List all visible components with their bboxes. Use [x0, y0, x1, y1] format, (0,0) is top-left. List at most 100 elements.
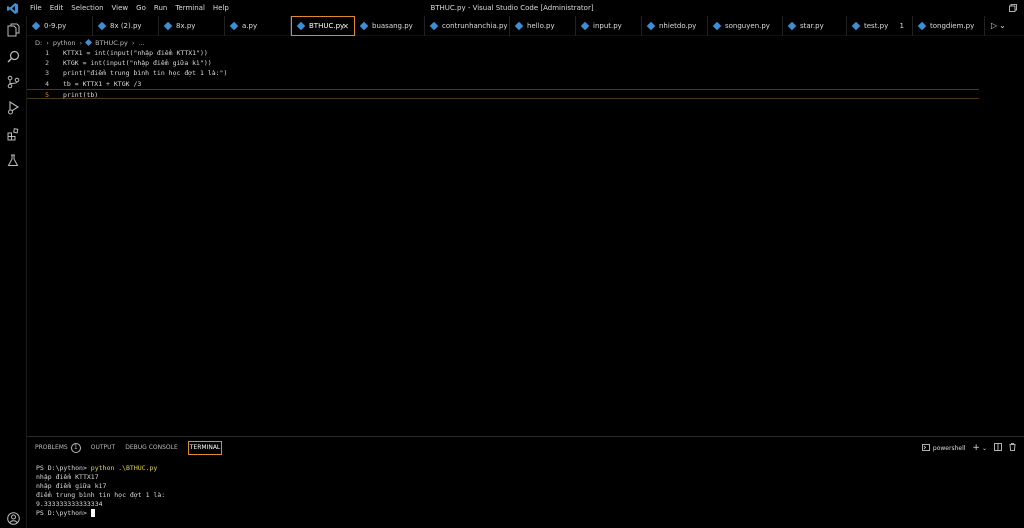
panel-actions: powershell + ⌄ — [922, 441, 1016, 455]
tab-label: 8x (2).py — [110, 22, 142, 30]
extensions-icon[interactable] — [5, 126, 21, 142]
tab-input-py[interactable]: input.py — [576, 16, 642, 36]
terminal-line: điểm trung bình tin học đợt 1 là: — [36, 491, 166, 499]
tab-debug-console[interactable]: DEBUG CONSOLE — [125, 441, 178, 455]
tab-a-py[interactable]: a.py — [225, 16, 291, 36]
explorer-icon[interactable] — [5, 22, 21, 38]
tab-problems[interactable]: PROBLEMS 1 — [35, 441, 81, 455]
split-terminal-icon[interactable] — [994, 443, 1002, 453]
tab-8x-2-py[interactable]: 8x (2).py — [93, 16, 159, 36]
menu-view[interactable]: View — [108, 0, 133, 16]
menu-edit[interactable]: Edit — [46, 0, 68, 16]
terminal-line: nhập điểm KTTX17 — [36, 473, 99, 481]
tab-label: 8x.py — [176, 22, 196, 30]
python-file-icon — [359, 21, 369, 31]
terminal-line: nhập điểm giữa kì7 — [36, 482, 107, 490]
testing-icon[interactable] — [5, 152, 21, 168]
terminal-line: 9.333333333333334 — [36, 500, 103, 508]
terminal-line: PS D:\python> — [36, 509, 165, 518]
python-file-icon — [85, 38, 93, 47]
menu-file[interactable]: File — [26, 0, 46, 16]
python-file-icon — [229, 21, 239, 31]
source-control-icon[interactable] — [5, 74, 21, 90]
tab-label: 0-9.py — [44, 22, 67, 30]
tab-hello-py[interactable]: hello.py — [510, 16, 576, 36]
problems-badge: 1 — [899, 22, 904, 30]
chevron-down-icon[interactable]: ⌄ — [999, 21, 1006, 30]
chevron-down-icon[interactable]: ⌄ — [982, 445, 987, 452]
python-file-icon — [787, 21, 797, 31]
run-python-file-icon[interactable]: ▷ — [991, 21, 997, 30]
code-text: KTGK = int(input("nhập điểm giữa kì")) — [63, 59, 212, 67]
python-file-icon — [514, 21, 524, 31]
tab-label: BTHUC.py — [309, 22, 345, 30]
chevron-right-icon: › — [131, 38, 135, 47]
tab-songuyen-py[interactable]: songuyen.py — [708, 16, 783, 36]
terminal-line: PS D:\python> python .\BTHUC.py — [36, 464, 165, 473]
python-file-icon — [429, 21, 439, 31]
trash-icon[interactable] — [1009, 443, 1016, 453]
tab-label: hello.py — [527, 22, 555, 30]
line-number: 1 — [45, 49, 49, 57]
editor-tab-bar: 0-9.py 8x (2).py 8x.py a.py BTHUC.py ✕ bu… — [27, 16, 1024, 36]
tab-label: input.py — [593, 22, 622, 30]
code-text: KTTX1 = int(input("nhập điểm KTTX1")) — [63, 49, 208, 57]
editor-actions: ▷ ⌄ — [991, 16, 1006, 35]
tab-label: tongdiem.py — [930, 22, 975, 30]
breadcrumb-drive[interactable]: D: — [35, 39, 42, 47]
breadcrumb-file[interactable]: BTHUC.py — [95, 39, 128, 47]
tab-0-9-py[interactable]: 0-9.py — [27, 16, 93, 36]
code-line-current: 5 print(tb) — [27, 89, 979, 99]
search-icon[interactable] — [5, 48, 21, 64]
terminal-output[interactable]: PS D:\python> python .\BTHUC.py nhập điể… — [36, 464, 165, 518]
line-number: 3 — [45, 69, 49, 77]
menu-run[interactable]: Run — [150, 0, 171, 16]
breadcrumb-folder[interactable]: python — [53, 39, 76, 47]
tab-label: a.py — [242, 22, 258, 30]
tab-test-py[interactable]: test.py 1 — [847, 16, 913, 36]
tab-buasang-py[interactable]: buasang.py — [355, 16, 425, 36]
code-line: 2 KTGK = int(input("nhập điểm giữa kì")) — [27, 58, 979, 68]
tab-output[interactable]: OUTPUT — [91, 441, 115, 455]
python-file-icon — [163, 21, 173, 31]
close-tab-icon[interactable]: ✕ — [342, 22, 349, 31]
tab-star-py[interactable]: star.py — [783, 16, 847, 36]
chevron-right-icon: › — [46, 38, 49, 47]
menu-selection[interactable]: Selection — [67, 0, 107, 16]
code-line: 4 tb = KTTX1 + KTGK /3 — [27, 79, 979, 89]
tab-nhietdo-py[interactable]: nhietdo.py — [642, 16, 708, 36]
chevron-right-icon: › — [79, 38, 83, 47]
terminal-cursor — [90, 509, 95, 517]
menu-help[interactable]: Help — [209, 0, 233, 16]
tab-label: PROBLEMS — [35, 444, 68, 451]
problems-count-badge: 1 — [70, 443, 81, 453]
vscode-logo-icon — [4, 0, 20, 16]
line-number: 4 — [45, 80, 49, 88]
account-icon[interactable] — [5, 510, 21, 526]
restore-window-icon[interactable] — [1006, 0, 1020, 16]
run-debug-icon[interactable] — [5, 100, 21, 116]
tab-bthuc-py[interactable]: BTHUC.py ✕ — [291, 16, 355, 36]
new-terminal-icon[interactable]: + — [972, 443, 980, 453]
terminal-shell-name[interactable]: powershell — [933, 445, 966, 452]
line-number: 2 — [45, 59, 49, 67]
terminal-command: python .\BTHUC.py — [90, 464, 158, 472]
tab-terminal[interactable]: TERMINAL — [187, 441, 223, 455]
python-file-icon — [646, 21, 656, 31]
code-editor[interactable]: 1 KTTX1 = int(input("nhập điểm KTTX1")) … — [27, 48, 1024, 436]
panel-tabs: PROBLEMS 1 OUTPUT DEBUG CONSOLE TERMINAL — [35, 441, 232, 455]
code-text: tb = KTTX1 + KTGK /3 — [63, 80, 142, 88]
code-line: 1 KTTX1 = int(input("nhập điểm KTTX1")) — [27, 48, 979, 58]
menu-go[interactable]: Go — [132, 0, 150, 16]
terminal-prompt: PS D:\python> — [36, 464, 91, 472]
breadcrumb-symbol[interactable]: ... — [138, 39, 144, 47]
tab-tongdiem-py[interactable]: tongdiem.py — [913, 16, 985, 36]
tab-contrunhanchia-py[interactable]: contrunhanchia.py — [425, 16, 510, 36]
tab-label: contrunhanchia.py — [442, 22, 508, 30]
bottom-panel: PROBLEMS 1 OUTPUT DEBUG CONSOLE TERMINAL … — [27, 436, 1024, 528]
breadcrumb: D: › python › BTHUC.py › ... — [27, 37, 1024, 48]
line-number: 5 — [45, 91, 49, 99]
tab-8x-py[interactable]: 8x.py — [159, 16, 225, 36]
menu-terminal[interactable]: Terminal — [171, 0, 209, 16]
terminal-prompt: PS D:\python> — [36, 509, 91, 517]
